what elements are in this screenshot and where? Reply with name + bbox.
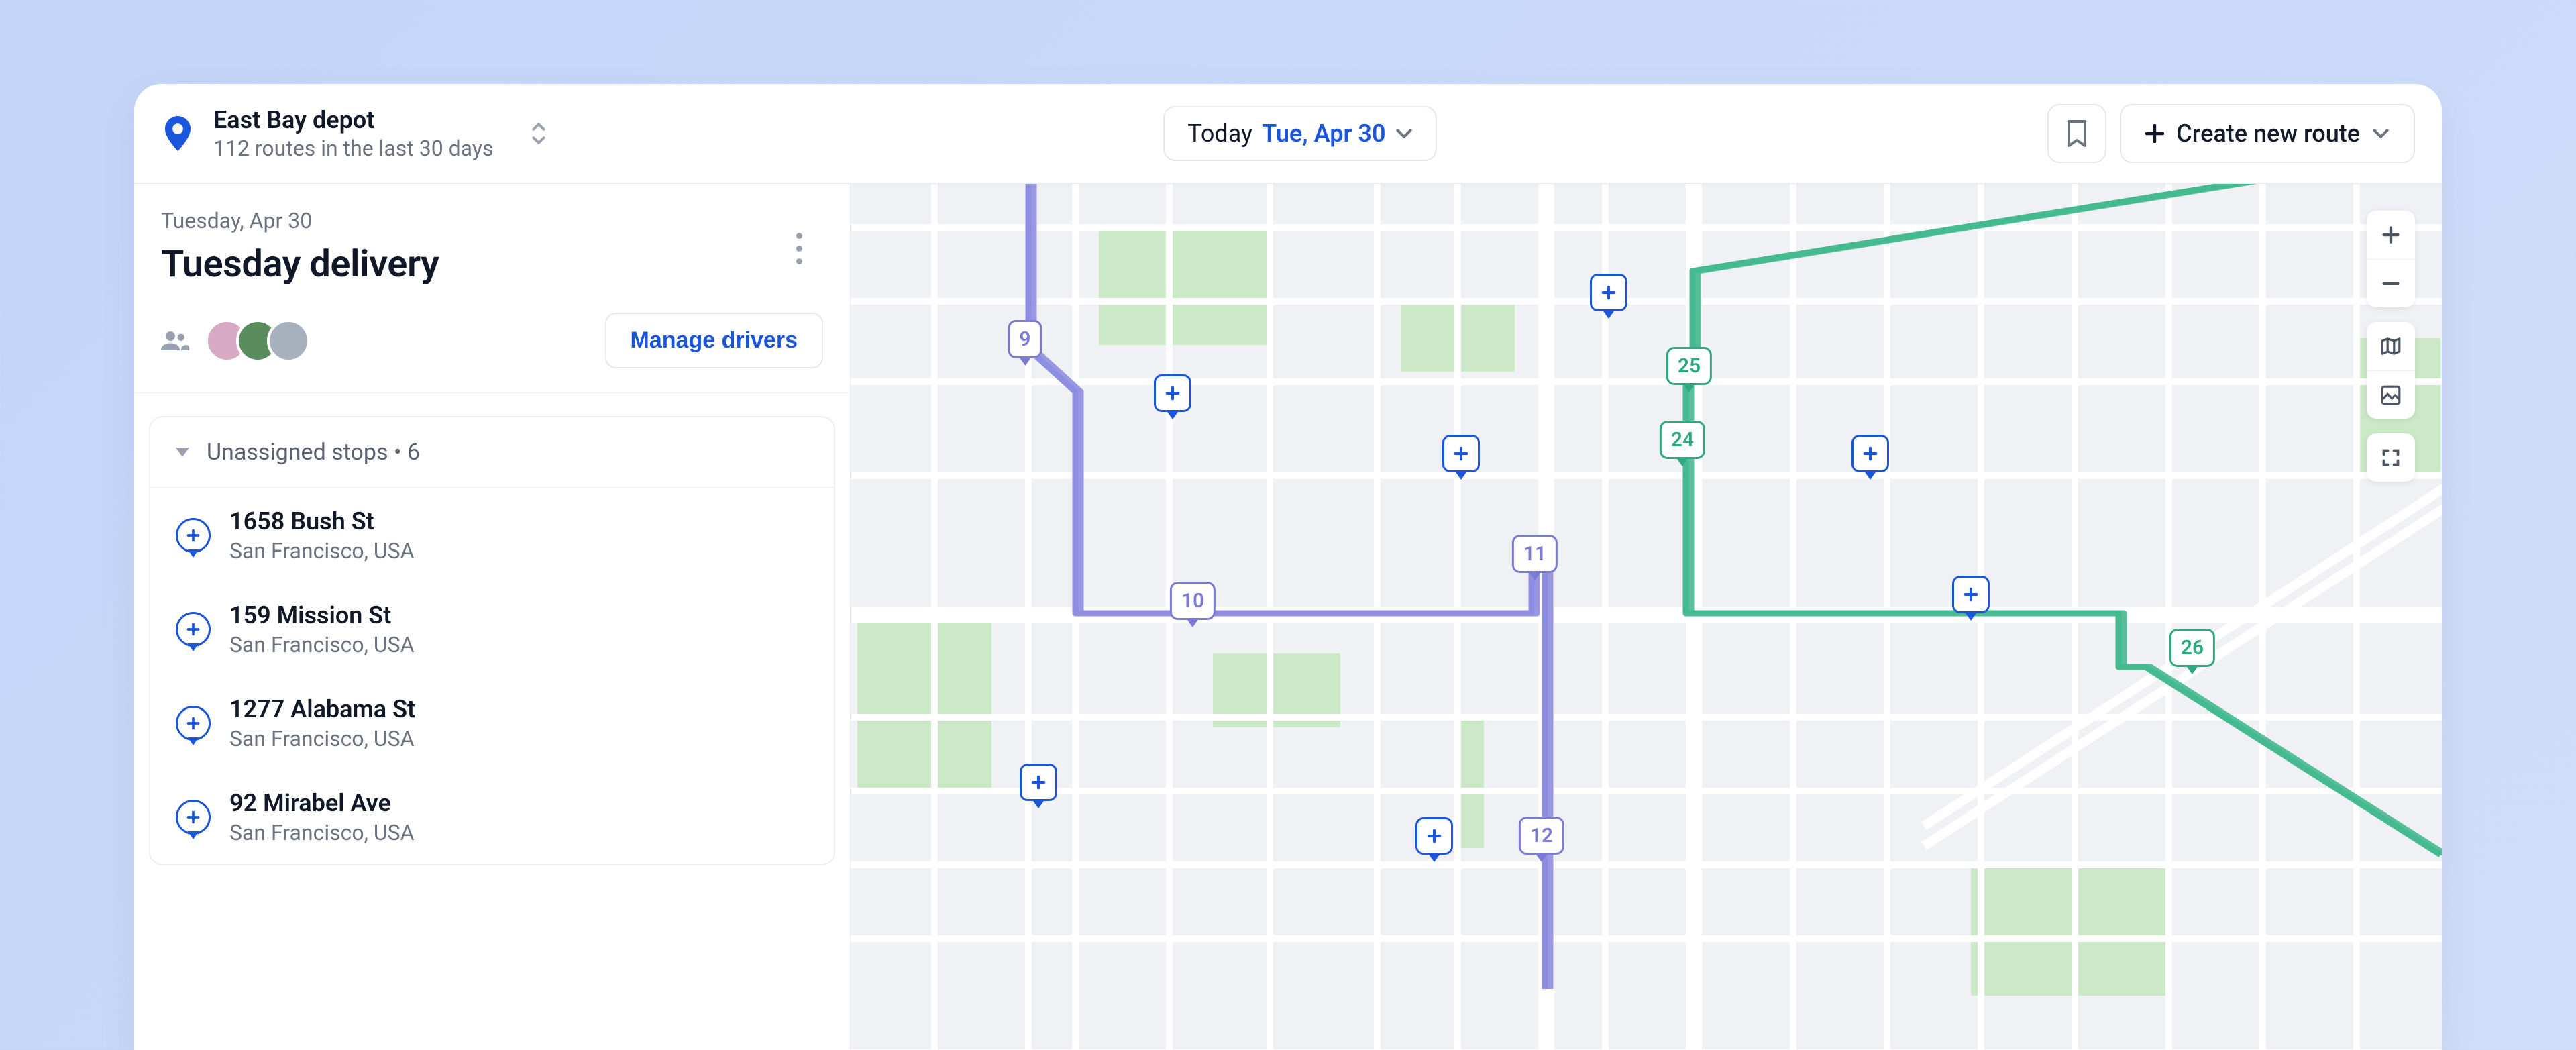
map-add-pin[interactable]	[1020, 764, 1057, 801]
map-icon	[2380, 335, 2402, 357]
stop-address: 1658 Bush St	[229, 507, 415, 535]
kebab-menu-button[interactable]	[786, 228, 812, 268]
date-value: Tue, Apr 30	[1262, 119, 1385, 148]
people-icon	[161, 331, 189, 351]
stop-location: San Francisco, USA	[229, 726, 415, 751]
map-add-pin[interactable]	[1415, 817, 1453, 855]
create-route-label: Create new route	[2176, 119, 2360, 148]
map-stop-pin[interactable]: 24	[1660, 421, 1705, 459]
route-title: Tuesday delivery	[161, 242, 823, 286]
stop-address: 1277 Alabama St	[229, 695, 415, 723]
map-stop-pin[interactable]: 9	[1008, 320, 1042, 358]
unassigned-stops-header[interactable]: Unassigned stops • 6	[150, 417, 834, 488]
map-stop-pin[interactable]: 25	[1666, 347, 1712, 385]
map-background	[851, 184, 2442, 1049]
add-stop-pin-icon	[176, 612, 211, 647]
depot-chevron-icon[interactable]	[525, 117, 552, 150]
map-canvas[interactable]: 9 10 11 12 25 24 26	[851, 184, 2442, 1049]
route-header: Tuesday, Apr 30 Tuesday delivery Manage …	[134, 184, 850, 393]
header-bar: East Bay depot 112 routes in the last 30…	[134, 84, 2442, 184]
stop-address: 159 Mission St	[229, 601, 415, 629]
unassigned-stops-card: Unassigned stops • 6 1658 Bush St San Fr…	[149, 416, 835, 865]
driver-avatars	[205, 319, 310, 362]
map-stop-pin[interactable]: 26	[2169, 629, 2215, 667]
stop-item[interactable]: 1277 Alabama St San Francisco, USA	[150, 676, 834, 770]
depot-selector[interactable]: East Bay depot 112 routes in the last 30…	[161, 106, 552, 161]
satellite-button[interactable]	[2367, 370, 2415, 419]
image-icon	[2380, 384, 2402, 406]
date-picker[interactable]: Today Tue, Apr 30	[1163, 106, 1436, 161]
caret-down-icon	[176, 448, 189, 457]
add-stop-pin-icon	[176, 706, 211, 741]
stop-item[interactable]: 1658 Bush St San Francisco, USA	[150, 488, 834, 582]
map-stop-pin[interactable]: 12	[1519, 817, 1564, 855]
stop-address: 92 Mirabel Ave	[229, 789, 415, 817]
sidebar: Tuesday, Apr 30 Tuesday delivery Manage …	[134, 184, 851, 1049]
chevron-down-icon	[2372, 128, 2390, 139]
date-label: Today	[1187, 119, 1252, 148]
manage-drivers-button[interactable]: Manage drivers	[605, 313, 823, 368]
stop-item[interactable]: 159 Mission St San Francisco, USA	[150, 582, 834, 676]
map-stop-pin[interactable]: 10	[1170, 582, 1216, 620]
stop-location: San Francisco, USA	[229, 538, 415, 564]
fullscreen-button[interactable]	[2367, 433, 2415, 482]
map-stop-pin[interactable]: 11	[1512, 535, 1558, 573]
add-stop-pin-icon	[176, 800, 211, 835]
route-date: Tuesday, Apr 30	[161, 208, 823, 233]
create-route-button[interactable]: Create new route	[2120, 104, 2415, 163]
stop-location: San Francisco, USA	[229, 820, 415, 845]
map-add-pin[interactable]	[1851, 435, 1889, 472]
zoom-in-button[interactable]	[2367, 211, 2415, 259]
bookmark-icon	[2066, 120, 2088, 147]
map-add-pin[interactable]	[1154, 374, 1191, 412]
map-layers-button[interactable]	[2367, 322, 2415, 370]
plus-icon	[2145, 124, 2164, 143]
driver-avatar[interactable]	[267, 319, 310, 362]
chevron-down-icon	[1395, 128, 1413, 139]
zoom-out-button[interactable]	[2367, 259, 2415, 307]
stop-location: San Francisco, USA	[229, 632, 415, 658]
map-add-pin[interactable]	[1590, 274, 1627, 311]
location-pin-icon	[161, 117, 195, 150]
stops-list: 1658 Bush St San Francisco, USA 159 Miss…	[150, 488, 834, 864]
bookmark-button[interactable]	[2047, 104, 2106, 163]
expand-icon	[2381, 448, 2401, 468]
map-add-pin[interactable]	[1952, 576, 1990, 613]
depot-subtitle: 112 routes in the last 30 days	[213, 136, 493, 161]
map-controls	[2367, 211, 2415, 482]
main-area: Tuesday, Apr 30 Tuesday delivery Manage …	[134, 184, 2442, 1049]
depot-name: East Bay depot	[213, 106, 493, 134]
stop-item[interactable]: 92 Mirabel Ave San Francisco, USA	[150, 770, 834, 864]
unassigned-stops-label: Unassigned stops • 6	[207, 439, 420, 466]
drivers-row: Manage drivers	[161, 313, 823, 368]
app-window: East Bay depot 112 routes in the last 30…	[134, 84, 2442, 1050]
map-add-pin[interactable]	[1442, 435, 1480, 472]
add-stop-pin-icon	[176, 518, 211, 553]
